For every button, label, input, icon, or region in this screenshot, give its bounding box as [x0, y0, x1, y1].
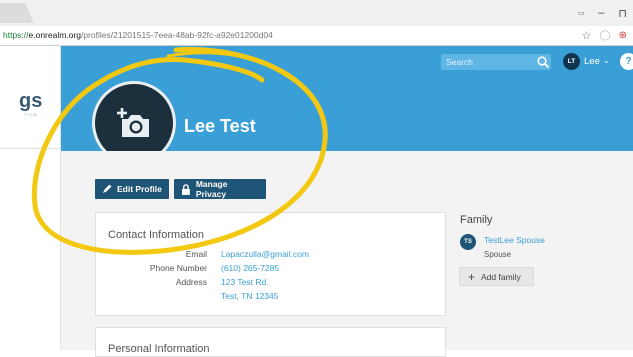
- address-label: Address: [175, 277, 207, 287]
- contact-info-title: Contact Information: [108, 229, 204, 241]
- add-family-button[interactable]: + Add family: [459, 267, 534, 286]
- opera-icon[interactable]: ◯: [599, 30, 610, 41]
- manage-privacy-label: Manage Privacy: [195, 179, 228, 199]
- phone-link[interactable]: (610) 265-7285: [221, 263, 279, 273]
- pencil-icon: [103, 184, 112, 193]
- family-member-link[interactable]: TestLee Spouse: [484, 235, 545, 245]
- profile-name: Lee Test: [184, 116, 256, 136]
- edit-profile-button[interactable]: Edit Profile: [95, 179, 169, 199]
- url-text[interactable]: https://e.onrealm.org/profiles/21201515-…: [3, 30, 273, 40]
- chevron-down-icon[interactable]: ⌄: [603, 56, 610, 65]
- browser-tabbar: [0, 0, 633, 26]
- lock-icon: [181, 183, 190, 195]
- phone-label: Phone Number: [149, 263, 207, 273]
- camera-add-icon[interactable]: [114, 107, 154, 141]
- family-member-avatar[interactable]: TS: [460, 234, 476, 250]
- window-controls: ▭ – ⊓: [578, 6, 627, 20]
- edit-profile-label: Edit Profile: [117, 184, 162, 194]
- family-title: Family: [460, 214, 493, 226]
- search-icon[interactable]: [536, 55, 550, 69]
- star-icon[interactable]: ☆: [582, 29, 592, 42]
- address-bar[interactable]: https://e.onrealm.org/profiles/21201515-…: [0, 26, 633, 46]
- add-family-label: Add family: [481, 271, 521, 282]
- address-line2-link[interactable]: Test, TN 12345: [221, 291, 279, 301]
- help-icon[interactable]: ?: [620, 53, 633, 70]
- plus-icon: +: [468, 269, 476, 284]
- window-button[interactable]: ▭: [578, 9, 585, 17]
- maximize-button[interactable]: ⊓: [618, 7, 627, 20]
- user-menu-name[interactable]: Lee: [584, 56, 600, 67]
- email-label: Email: [185, 249, 207, 259]
- nav-divider: [0, 148, 61, 149]
- email-link[interactable]: Lapaczulla@gmail.com: [221, 249, 309, 259]
- address-bar-icons: ☆ ◯ ⊛: [582, 29, 627, 42]
- pinterest-icon[interactable]: ⊛: [619, 30, 627, 41]
- personal-info-title: Personal Information: [108, 343, 210, 355]
- minimize-button[interactable]: –: [598, 7, 604, 19]
- search-placeholder: Search: [446, 57, 473, 67]
- user-avatar[interactable]: LT: [563, 53, 580, 70]
- site-logo[interactable]: gs: [19, 90, 42, 113]
- address-line1-link[interactable]: 123 Test Rd.: [221, 277, 269, 287]
- site-logo-subtext: TION: [24, 112, 38, 117]
- manage-privacy-button[interactable]: Manage Privacy: [174, 179, 266, 199]
- family-member-relation: Spouse: [484, 250, 512, 259]
